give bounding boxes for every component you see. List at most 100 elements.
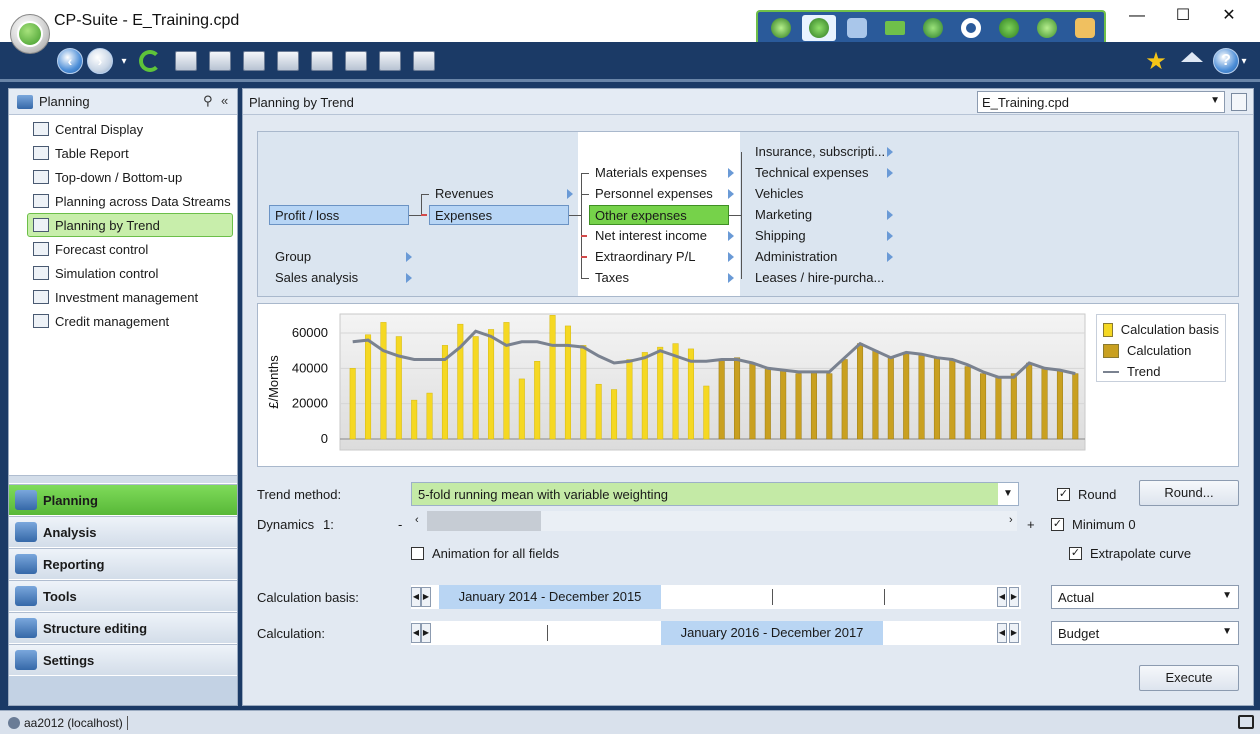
module-planning[interactable]: Planning — [9, 484, 237, 515]
round-checkbox[interactable]: ✓ Round — [1057, 487, 1116, 502]
range-start-left-icon[interactable]: ◀ — [411, 587, 421, 607]
expand-arrow-icon[interactable] — [406, 273, 412, 283]
splitter[interactable] — [9, 475, 237, 483]
expand-arrow-icon[interactable] — [887, 210, 893, 220]
expand-arrow-icon[interactable] — [887, 252, 893, 262]
calc-period[interactable]: January 2016 - December 2017 — [661, 621, 883, 645]
range-start-right-icon[interactable]: ▶ — [421, 623, 431, 643]
tree-node-shipping[interactable]: Shipping — [755, 226, 806, 246]
close-button[interactable]: ✕ — [1206, 6, 1252, 28]
module-settings[interactable]: Settings — [9, 644, 237, 675]
animation-checkbox[interactable]: Animation for all fields — [411, 546, 559, 561]
favorites-star-icon[interactable]: ★ — [1142, 48, 1170, 75]
expand-arrow-icon[interactable] — [567, 189, 573, 199]
range-start-left-icon[interactable]: ◀ — [411, 623, 421, 643]
slider-left-arrow-icon[interactable]: ‹ — [415, 514, 419, 526]
extrapolate-checkbox[interactable]: ✓ Extrapolate curve — [1069, 546, 1191, 561]
refresh-icon[interactable] — [136, 48, 164, 74]
calc-basis-select[interactable]: Actual ▼ — [1051, 585, 1239, 609]
tree-node-technical[interactable]: Technical expenses — [755, 163, 868, 183]
module-tools[interactable]: Tools — [9, 580, 237, 611]
tree-node-group[interactable]: Group — [275, 247, 311, 267]
calculator-icon[interactable] — [274, 48, 302, 74]
nav-item-forecast-control[interactable]: Forecast control — [9, 237, 237, 261]
file-select[interactable]: E_Training.cpd ▼ — [977, 91, 1225, 113]
slider-right-arrow-icon[interactable]: › — [1009, 514, 1013, 526]
expand-arrow-icon[interactable] — [728, 189, 734, 199]
module-reporting[interactable]: Reporting — [9, 548, 237, 579]
tree-node-expenses[interactable]: Expenses — [429, 205, 569, 225]
expand-arrow-icon[interactable] — [887, 147, 893, 157]
nav-item-table-report[interactable]: Table Report — [9, 141, 237, 165]
gears-module-icon[interactable] — [992, 15, 1026, 41]
expand-arrow-icon[interactable] — [728, 273, 734, 283]
table-settings-icon[interactable] — [376, 48, 404, 74]
range-start-right-icon[interactable]: ▶ — [421, 587, 431, 607]
tree-node-other-expenses[interactable]: Other expenses — [589, 205, 729, 225]
tree-node-administration[interactable]: Administration — [755, 247, 837, 267]
expand-arrow-icon[interactable] — [887, 168, 893, 178]
planning-module-icon[interactable] — [802, 15, 836, 41]
nav-item-top-down[interactable]: Top-down / Bottom-up — [9, 165, 237, 189]
tree-node-personnel[interactable]: Personnel expenses — [595, 184, 713, 204]
money-module-icon[interactable] — [878, 15, 912, 41]
tree-node-insurance[interactable]: Insurance, subscripti... — [755, 142, 885, 162]
nav-item-simulation-control[interactable]: Simulation control — [9, 261, 237, 285]
calc-select[interactable]: Budget ▼ — [1051, 621, 1239, 645]
expand-arrow-icon[interactable] — [887, 231, 893, 241]
module-structure-editing[interactable]: Structure editing — [9, 612, 237, 643]
dynamics-decrease[interactable]: - — [398, 517, 402, 532]
nav-item-planning-by-trend[interactable]: Planning by Trend — [27, 213, 233, 237]
back-icon[interactable]: ‹ — [56, 48, 84, 74]
document-icon[interactable] — [342, 48, 370, 74]
tree-collapse-icon[interactable] — [206, 48, 234, 74]
calc-range[interactable]: ◀ ▶ January 2016 - December 2017 ◀ ▶ — [411, 621, 1021, 645]
tree-node-extraordinary[interactable]: Extraordinary P/L — [595, 247, 695, 267]
nav-item-credit-management[interactable]: Credit management — [9, 309, 237, 333]
maximize-button[interactable]: ☐ — [1160, 6, 1206, 28]
help-dropdown-icon[interactable]: ▾ — [1236, 48, 1252, 74]
expand-arrow-icon[interactable] — [728, 168, 734, 178]
tree-node-taxes[interactable]: Taxes — [595, 268, 629, 288]
tree-node-materials[interactable]: Materials expenses — [595, 163, 707, 183]
tree-expand-icon[interactable] — [172, 48, 200, 74]
tree-node-profit-loss[interactable]: Profit / loss — [269, 205, 409, 225]
nav-item-investment-management[interactable]: Investment management — [9, 285, 237, 309]
tree-node-sales-analysis[interactable]: Sales analysis — [275, 268, 358, 288]
tree-node-leases[interactable]: Leases / hire-purcha... — [755, 268, 884, 288]
module-analysis[interactable]: Analysis — [9, 516, 237, 547]
nav-item-central-display[interactable]: Central Display — [9, 117, 237, 141]
expand-arrow-icon[interactable] — [406, 252, 412, 262]
minimum-zero-checkbox[interactable]: ✓ Minimum 0 — [1051, 517, 1136, 532]
compass-module-icon[interactable] — [1030, 15, 1064, 41]
app-logo-icon[interactable] — [10, 14, 50, 54]
expand-arrow-icon[interactable] — [728, 231, 734, 241]
range-end-left-icon[interactable]: ◀ — [997, 623, 1007, 643]
dashboard-icon[interactable] — [764, 15, 798, 41]
dynamics-slider-thumb[interactable] — [427, 511, 541, 531]
execute-button[interactable]: Execute — [1139, 665, 1239, 691]
structure-icon[interactable] — [240, 48, 268, 74]
minimize-button[interactable]: — — [1114, 6, 1160, 28]
tree-node-net-interest[interactable]: Net interest income — [595, 226, 707, 246]
range-end-left-icon[interactable]: ◀ — [997, 587, 1007, 607]
tree-node-marketing[interactable]: Marketing — [755, 205, 812, 225]
dynamics-increase[interactable]: + — [1027, 517, 1035, 532]
trend-method-select[interactable]: 5-fold running mean with variable weight… — [411, 482, 1019, 506]
globe-module-icon[interactable] — [916, 15, 950, 41]
collapse-panel-icon[interactable]: « — [221, 93, 228, 108]
fullscreen-icon[interactable] — [1238, 715, 1254, 729]
range-end-right-icon[interactable]: ▶ — [1009, 587, 1019, 607]
search-icon[interactable]: ⚲ — [203, 93, 213, 109]
database-icon[interactable] — [410, 48, 438, 74]
calc-basis-period[interactable]: January 2014 - December 2015 — [439, 585, 661, 609]
home-icon[interactable] — [1178, 48, 1206, 74]
dynamics-slider[interactable] — [427, 511, 1017, 531]
tree-node-revenues[interactable]: Revenues — [435, 184, 494, 204]
nav-item-data-streams[interactable]: Planning across Data Streams — [9, 189, 237, 213]
tree-node-vehicles[interactable]: Vehicles — [755, 184, 803, 204]
expand-arrow-icon[interactable] — [728, 252, 734, 262]
side-panel-toggle-icon[interactable] — [1231, 93, 1247, 111]
history-dropdown-icon[interactable]: ▾ — [110, 48, 138, 74]
round-settings-button[interactable]: Round... — [1139, 480, 1239, 506]
